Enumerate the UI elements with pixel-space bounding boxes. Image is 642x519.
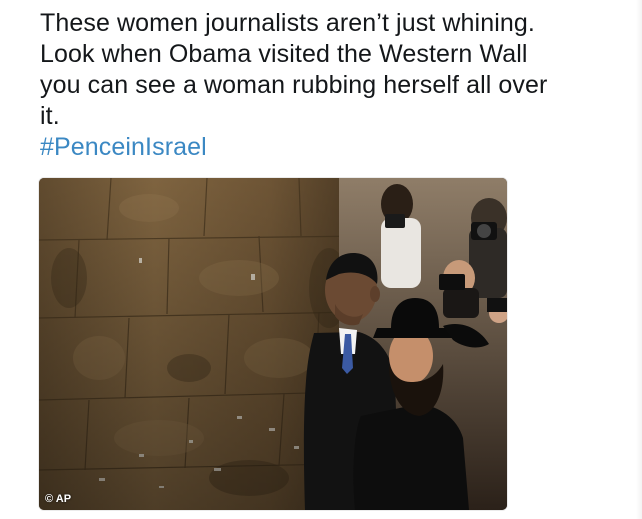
scroll-edge: [636, 0, 642, 519]
tweet-text: These women journalists aren’t just whin…: [40, 8, 630, 163]
photo-credit: © AP: [45, 493, 72, 505]
tweet-line-4: it.: [40, 102, 60, 130]
tweet-photo[interactable]: © AP: [39, 178, 507, 510]
tweet-line-2: Look when Obama visited the Western Wall: [40, 40, 528, 68]
photo-image: [39, 178, 507, 510]
tweet-line-1: These women journalists aren’t just whin…: [40, 9, 535, 37]
tweet-line-3: you can see a woman rubbing herself all …: [40, 71, 548, 99]
hashtag-link[interactable]: #PenceinIsrael: [40, 132, 630, 163]
